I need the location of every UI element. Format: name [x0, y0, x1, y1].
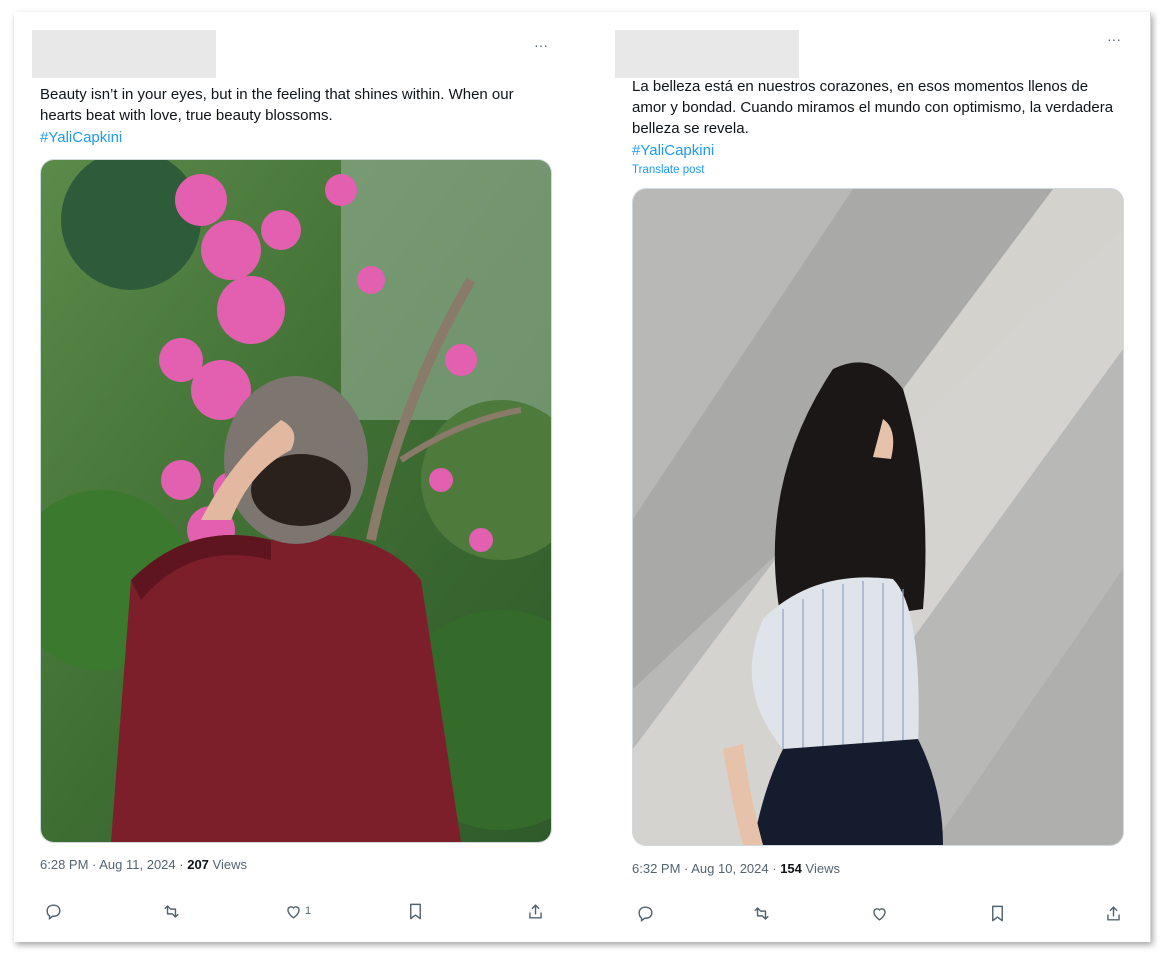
- views-label: Views: [805, 861, 840, 876]
- post-photo[interactable]: [632, 188, 1124, 846]
- tweet-text-line: amor y bondad. Cuando miramos el mundo c…: [632, 99, 1114, 116]
- post-timestamp[interactable]: 6:32 PM · Aug 10, 2024 · 154 Views: [632, 861, 840, 876]
- post-photo[interactable]: [40, 159, 552, 843]
- image-woman-flowers-icon: [41, 160, 551, 842]
- like-icon: [287, 905, 300, 919]
- share-button[interactable]: [526, 899, 545, 923]
- post-date: Aug 10, 2024: [691, 861, 769, 876]
- tweet-text: Beauty isn’t in your eyes, but in the fe…: [40, 84, 514, 126]
- bookmark-icon: [410, 903, 421, 919]
- image-woman-wall-icon: [633, 189, 1123, 845]
- retweet-button[interactable]: [752, 901, 771, 925]
- hashtag-link[interactable]: #YaliCapkini: [40, 127, 122, 148]
- redacted-author-header: [615, 30, 799, 78]
- retweet-icon: [164, 904, 179, 918]
- like-icon: [873, 907, 886, 921]
- tweet-text: La belleza está en nuestros corazones, e…: [632, 76, 1113, 139]
- post-right: ··· La belleza está en nuestros corazone…: [604, 12, 1150, 942]
- tweet-text-line: La belleza está en nuestros corazones, e…: [632, 78, 1089, 95]
- reply-icon: [638, 905, 653, 922]
- screenshot-frame: ··· Beauty isn’t in your eyes, but in th…: [14, 12, 1151, 942]
- action-bar: 1: [44, 899, 554, 923]
- post-left: ··· Beauty isn’t in your eyes, but in th…: [14, 12, 582, 942]
- action-bar: [636, 901, 1126, 925]
- bookmark-icon: [992, 905, 1003, 921]
- retweet-icon: [754, 906, 769, 920]
- views-count: 207: [187, 857, 209, 872]
- views-label: Views: [212, 857, 247, 872]
- post-date: Aug 11, 2024: [99, 857, 176, 872]
- like-count: 1: [305, 905, 312, 917]
- like-button[interactable]: 1: [284, 899, 311, 923]
- post-time: 6:28 PM: [40, 857, 89, 872]
- post-time: 6:32 PM: [632, 861, 681, 876]
- bookmark-button[interactable]: [988, 901, 1007, 925]
- post-timestamp[interactable]: 6:28 PM · Aug 11, 2024 · 207 Views: [40, 857, 247, 872]
- bookmark-button[interactable]: [406, 899, 425, 923]
- tweet-text-line: belleza se revela.: [632, 120, 749, 137]
- separator: ·: [768, 861, 781, 876]
- reply-button[interactable]: [636, 901, 655, 925]
- separator: ·: [680, 861, 692, 876]
- reply-icon: [46, 903, 61, 920]
- share-icon: [529, 903, 542, 919]
- tweet-text-line: Beauty isn’t in your eyes, but in the fe…: [40, 86, 514, 103]
- more-options-icon[interactable]: ···: [534, 38, 548, 52]
- separator: ·: [88, 857, 100, 872]
- separator: ·: [175, 857, 188, 872]
- redacted-author-header: [32, 30, 216, 78]
- views-count: 154: [780, 861, 802, 876]
- hashtag-link[interactable]: #YaliCapkini: [632, 140, 714, 161]
- retweet-button[interactable]: [162, 899, 181, 923]
- more-options-icon[interactable]: ···: [1107, 32, 1121, 46]
- tweet-text-line: hearts beat with love, true beauty bloss…: [40, 107, 333, 124]
- share-button[interactable]: [1104, 901, 1123, 925]
- like-button[interactable]: [870, 901, 891, 925]
- reply-button[interactable]: [44, 899, 63, 923]
- translate-post-link[interactable]: Translate post: [632, 164, 704, 176]
- share-icon: [1107, 905, 1120, 921]
